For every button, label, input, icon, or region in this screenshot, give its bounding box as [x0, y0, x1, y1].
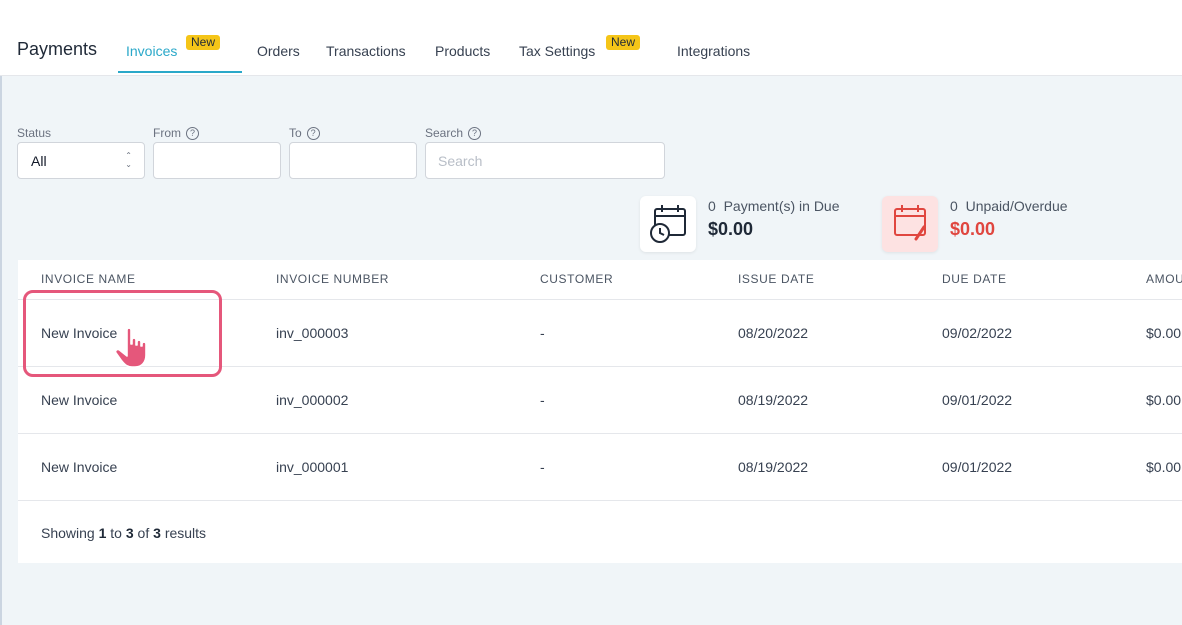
- invoice-number-cell: inv_000002: [276, 392, 349, 408]
- pagination-from: 1: [98, 525, 107, 541]
- unpaid-overdue-amount: $0.00: [950, 219, 996, 239]
- invoice-name-cell[interactable]: New Invoice: [41, 392, 117, 408]
- column-header-invoice-number[interactable]: INVOICE NUMBER: [276, 272, 389, 286]
- tab-orders[interactable]: Orders: [257, 43, 300, 59]
- issue-date-cell: 08/19/2022: [738, 459, 809, 475]
- amount-cell: $0.00: [1146, 325, 1182, 341]
- column-header-invoice-name[interactable]: INVOICE NAME: [41, 272, 136, 286]
- column-header-amount[interactable]: AMOUNT: [1146, 272, 1182, 286]
- unpaid-overdue-label: 0 Unpaid/Overdue: [950, 198, 1068, 214]
- new-badge: New: [186, 35, 221, 50]
- window-left-border: [0, 0, 2, 625]
- amount-cell: $0.00: [1146, 459, 1182, 475]
- question-circle-icon[interactable]: ?: [186, 126, 199, 140]
- chevron-up-down-icon: ⌃ ⌄: [125, 151, 132, 169]
- column-header-customer[interactable]: CUSTOMER: [540, 272, 613, 286]
- payments-due-label: 0 Payment(s) in Due: [708, 198, 840, 214]
- table-row[interactable]: New Invoice inv_000001 - 08/19/2022 09/0…: [18, 433, 1182, 501]
- invoice-number-cell: inv_000001: [276, 459, 349, 475]
- payments-due-count: 0: [708, 198, 716, 214]
- from-date-input[interactable]: [153, 142, 281, 179]
- search-label-text: Search: [425, 126, 464, 140]
- payments-due-text: Payment(s) in Due: [723, 198, 840, 214]
- tab-tax-settings[interactable]: Tax Settings: [519, 43, 595, 59]
- due-date-cell: 09/01/2022: [942, 392, 1013, 408]
- tab-transactions[interactable]: Transactions: [326, 43, 406, 59]
- question-circle-icon[interactable]: ?: [468, 126, 482, 140]
- to-label-text: To: [289, 126, 302, 140]
- active-tab-indicator: [118, 71, 242, 73]
- search-input[interactable]: [426, 143, 664, 178]
- search-filter-label: Search ?: [425, 126, 482, 140]
- from-label-text: From: [153, 126, 181, 140]
- pagination-total: 3: [153, 525, 161, 541]
- customer-cell: -: [540, 392, 545, 408]
- page-title: Payments: [17, 39, 98, 59]
- column-header-due-date[interactable]: DUE DATE: [942, 272, 1007, 286]
- status-select[interactable]: All ⌃ ⌄: [17, 142, 145, 179]
- tab-label: Orders: [257, 43, 300, 59]
- customer-cell: -: [540, 459, 545, 475]
- pagination-suffix: results: [164, 525, 207, 541]
- invoice-name-cell[interactable]: New Invoice: [41, 459, 117, 475]
- tab-label: Tax Settings: [519, 43, 596, 59]
- tab-integrations[interactable]: Integrations: [677, 43, 750, 59]
- to-filter-label: To ?: [289, 126, 320, 140]
- new-badge: New: [606, 35, 641, 50]
- invoice-number-cell: inv_000003: [276, 325, 349, 341]
- to-date-input[interactable]: [289, 142, 417, 179]
- from-filter-label: From ?: [153, 126, 199, 140]
- pagination-summary: Showing 1 to 3 of 3 results: [41, 525, 206, 541]
- tab-products[interactable]: Products: [435, 43, 490, 59]
- tab-label: Products: [435, 43, 491, 59]
- tab-label: Transactions: [326, 43, 406, 59]
- calendar-clock-icon: [640, 196, 696, 252]
- column-header-issue-date[interactable]: ISSUE DATE: [738, 272, 814, 286]
- pagination-prefix: Showing: [41, 525, 95, 541]
- issue-date-cell: 08/19/2022: [738, 392, 809, 408]
- pagination-to: 3: [125, 525, 134, 541]
- due-date-cell: 09/02/2022: [942, 325, 1013, 341]
- amount-cell: $0.00: [1146, 392, 1182, 408]
- pagination-to-word: to: [110, 525, 122, 541]
- customer-cell: -: [540, 325, 545, 341]
- page-header: Payments Invoices New Orders Transaction…: [0, 0, 1182, 76]
- question-circle-icon[interactable]: ?: [306, 126, 320, 140]
- hand-pointer-icon: [114, 327, 147, 368]
- tab-label: Invoices: [126, 43, 178, 59]
- tab-invoices[interactable]: Invoices: [126, 43, 177, 59]
- status-filter-label: Status: [17, 126, 51, 140]
- due-date-cell: 09/01/2022: [942, 459, 1013, 475]
- table-footer: Showing 1 to 3 of 3 results: [18, 500, 1182, 564]
- status-label-text: Status: [17, 126, 52, 140]
- calendar-edit-icon: [882, 196, 938, 252]
- pagination-of-word: of: [137, 525, 150, 541]
- unpaid-count: 0: [950, 198, 958, 214]
- payments-due-amount: $0.00: [708, 219, 754, 239]
- unpaid-text: Unpaid/Overdue: [965, 198, 1068, 214]
- tab-label: Integrations: [677, 43, 751, 59]
- search-field: [425, 142, 665, 179]
- status-select-value: All: [31, 153, 47, 169]
- issue-date-cell: 08/20/2022: [738, 325, 809, 341]
